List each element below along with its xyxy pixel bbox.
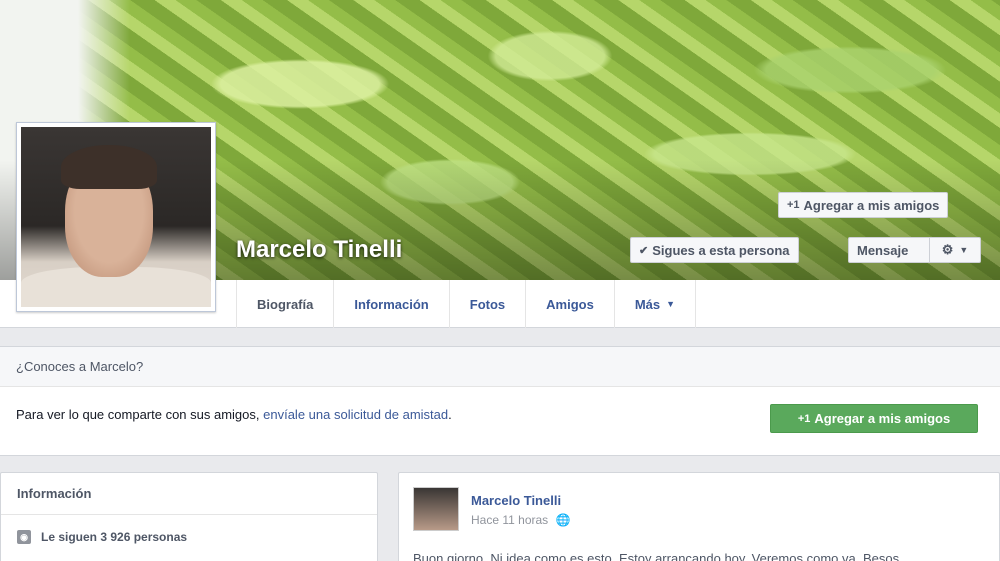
know-person-text: Para ver lo que comparte con sus amigos,… xyxy=(16,407,452,422)
know-text: Para ver lo que comparte con sus amigos, xyxy=(16,407,264,422)
tab-label: Biografía xyxy=(257,296,314,312)
tab-amigos[interactable]: Amigos xyxy=(525,280,614,328)
followers-row[interactable]: ◉ Le siguen 3 926 personas xyxy=(1,515,377,559)
profile-tabs: Biografía Información Fotos Amigos Más ▼ xyxy=(236,280,697,328)
add-friend-icon: +1 xyxy=(787,199,800,211)
info-box: Información ◉ Le siguen 3 926 personas xyxy=(0,472,378,561)
tab-biografia[interactable]: Biografía xyxy=(236,280,333,328)
post-time-text: Hace 11 horas xyxy=(471,513,549,527)
post-author[interactable]: Marcelo Tinelli xyxy=(471,493,561,508)
post-avatar[interactable] xyxy=(413,487,459,531)
add-friend-green-button[interactable]: +1 Agregar a mis amigos xyxy=(770,404,978,433)
following-label: Sigues a esta persona xyxy=(652,242,790,258)
globe-icon: 🌐 xyxy=(555,513,571,527)
followers-text: Le siguen 3 926 personas xyxy=(41,530,188,544)
settings-dropdown[interactable]: ⚙ ▼ xyxy=(929,237,981,263)
tab-label: Información xyxy=(354,296,429,312)
tab-fotos[interactable]: Fotos xyxy=(448,280,525,328)
know-text-end: . xyxy=(448,407,452,422)
tab-label: Amigos xyxy=(546,296,594,312)
message-label: Mensaje xyxy=(857,242,909,258)
post-card: Marcelo Tinelli Hace 11 horas 🌐 Buon gio… xyxy=(398,472,1000,561)
gear-icon: ⚙ xyxy=(941,242,954,257)
post-text: Buon giorno. Ni idea como es esto. Estoy… xyxy=(413,551,900,561)
friend-request-link[interactable]: envíale una solicitud de amistad xyxy=(263,407,448,422)
add-friend-button[interactable]: +1 Agregar a mis amigos xyxy=(778,192,949,218)
avatar-photo xyxy=(21,127,211,307)
know-person-title: ¿Conoces a Marcelo? xyxy=(0,347,1000,387)
tab-label: Más xyxy=(634,296,661,312)
rss-icon: ◉ xyxy=(17,530,31,544)
tab-label: Fotos xyxy=(469,296,506,312)
add-friend-green-label: Agregar a mis amigos xyxy=(814,411,951,426)
avatar-hair xyxy=(61,145,157,189)
add-friend-icon: +1 xyxy=(797,412,811,425)
post-time[interactable]: Hace 11 horas 🌐 xyxy=(471,513,570,527)
info-title: Información xyxy=(1,473,377,515)
chevron-down-icon: ▼ xyxy=(666,299,676,309)
profile-picture[interactable] xyxy=(16,122,216,312)
checkmark-icon: ✔ xyxy=(639,244,649,257)
message-button[interactable]: Mensaje xyxy=(848,237,930,263)
tab-mas[interactable]: Más ▼ xyxy=(613,280,697,328)
profile-name[interactable]: Marcelo Tinelli xyxy=(236,236,402,264)
add-friend-label: Agregar a mis amigos xyxy=(803,197,940,213)
following-button[interactable]: ✔ Sigues a esta persona xyxy=(630,237,799,263)
tab-informacion[interactable]: Información xyxy=(333,280,448,328)
know-person-box: ¿Conoces a Marcelo? Para ver lo que comp… xyxy=(0,346,1000,456)
chevron-down-icon: ▼ xyxy=(959,245,969,255)
